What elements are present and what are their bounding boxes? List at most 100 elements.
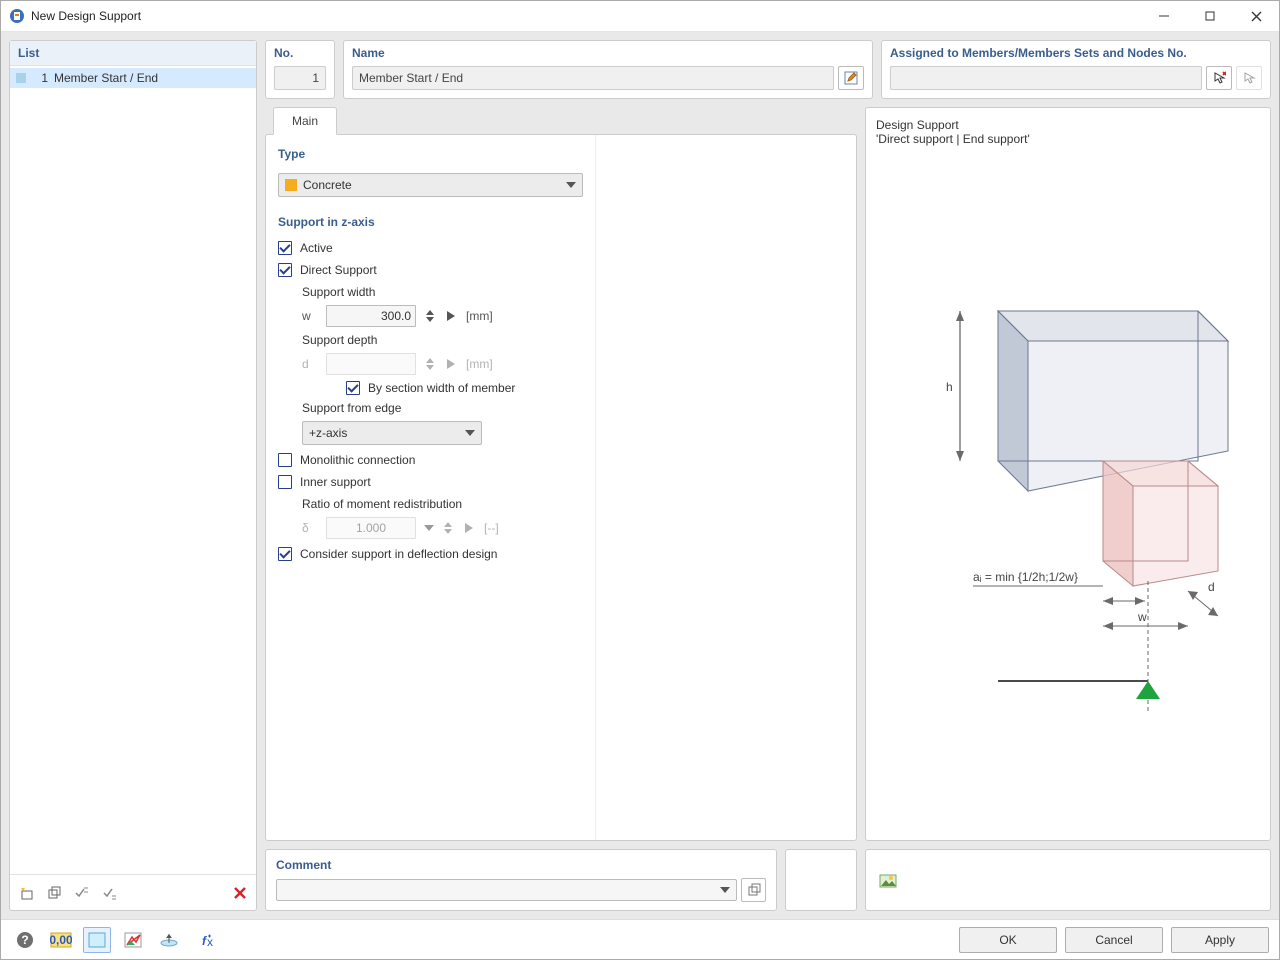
- no-value[interactable]: 1: [274, 66, 326, 90]
- assign-field[interactable]: [890, 66, 1202, 90]
- direct-support-label: Direct Support: [300, 263, 377, 277]
- d-spinner: [424, 353, 436, 375]
- main-area: No. 1 Name Member Start / End Assigned t…: [265, 40, 1271, 911]
- list-item[interactable]: 1 Member Start / End: [10, 68, 256, 88]
- list-body: 1 Member Start / End: [10, 66, 256, 874]
- support-from-edge-value: +z-axis: [309, 426, 347, 440]
- delete-item-button[interactable]: [228, 881, 252, 905]
- comment-library-button[interactable]: [741, 878, 766, 902]
- by-section-label: By section width of member: [368, 381, 515, 395]
- new-item-button[interactable]: [14, 881, 38, 905]
- delta-pick-button: [462, 517, 476, 539]
- snapshot-button[interactable]: [876, 868, 900, 892]
- pick-members-button[interactable]: [1206, 66, 1232, 90]
- svg-text:0,00: 0,00: [50, 933, 72, 947]
- svg-text:h: h: [946, 380, 953, 394]
- inner-support-checkbox[interactable]: Inner support: [278, 475, 583, 489]
- d-symbol: d: [302, 357, 318, 371]
- support-from-edge-select[interactable]: +z-axis: [302, 421, 482, 445]
- d-pick-button: [444, 353, 458, 375]
- chevron-down-icon: [566, 182, 576, 188]
- svg-text:?: ?: [21, 933, 28, 947]
- maximize-button[interactable]: [1187, 1, 1233, 32]
- preview-panel: Design Support 'Direct support | End sup…: [865, 107, 1271, 841]
- tab-main[interactable]: Main: [273, 107, 337, 135]
- footer: ? 0,00 fx OK Cancel Apply: [1, 919, 1279, 959]
- chevron-down-icon: [720, 887, 730, 893]
- consider-deflection-label: Consider support in deflection design: [300, 547, 497, 561]
- list-toolbar: [10, 874, 256, 910]
- center-panel: Main Type Concrete: [265, 107, 857, 841]
- units-button[interactable]: 0,00: [47, 927, 75, 953]
- check-off-button[interactable]: [70, 881, 94, 905]
- list-item-swatch-icon: [16, 73, 26, 83]
- copy-item-button[interactable]: [42, 881, 66, 905]
- w-unit: [mm]: [466, 309, 493, 323]
- w-pick-button[interactable]: [444, 305, 458, 327]
- direct-support-checkbox[interactable]: Direct Support: [278, 263, 583, 277]
- gap-card: [785, 849, 857, 911]
- consider-deflection-checkbox[interactable]: Consider support in deflection design: [278, 547, 583, 561]
- name-field[interactable]: Member Start / End: [352, 66, 834, 90]
- inner-support-label: Inner support: [300, 475, 371, 489]
- delta-spinner: [442, 517, 454, 539]
- no-label: No.: [266, 41, 334, 64]
- name-box: Name Member Start / End: [343, 40, 873, 99]
- comment-card: Comment: [265, 849, 777, 911]
- window: New Design Support List 1 Member Start /…: [0, 0, 1280, 960]
- list-item-label: Member Start / End: [54, 71, 158, 85]
- svg-text:w: w: [1137, 610, 1147, 624]
- content: List 1 Member Start / End: [1, 32, 1279, 919]
- delta-symbol: δ: [302, 521, 318, 535]
- svg-text:d: d: [1208, 580, 1215, 594]
- assign-box: Assigned to Members/Members Sets and Nod…: [881, 40, 1271, 99]
- minimize-button[interactable]: [1141, 1, 1187, 32]
- chevron-down-icon: [424, 525, 434, 531]
- delta-unit: [--]: [484, 521, 499, 535]
- svg-text:aᵢ = min {1/2h;1/2w}: aᵢ = min {1/2h;1/2w}: [973, 570, 1078, 584]
- w-symbol: w: [302, 309, 318, 323]
- check-on-button[interactable]: [98, 881, 122, 905]
- w-spinner[interactable]: [424, 305, 436, 327]
- ok-button[interactable]: OK: [959, 927, 1057, 953]
- w-input[interactable]: 300.0: [326, 305, 416, 327]
- type-select[interactable]: Concrete: [278, 173, 583, 197]
- preview-subtitle: 'Direct support | End support': [876, 132, 1260, 146]
- name-label: Name: [344, 41, 872, 64]
- no-box: No. 1: [265, 40, 335, 99]
- app-icon: [9, 8, 25, 24]
- monolithic-checkbox[interactable]: Monolithic connection: [278, 453, 583, 467]
- cancel-button[interactable]: Cancel: [1065, 927, 1163, 953]
- help-button[interactable]: ?: [11, 927, 39, 953]
- titlebar: New Design Support: [1, 1, 1279, 32]
- view-mode-2-button[interactable]: [119, 927, 147, 953]
- form-blank-column: [604, 135, 856, 840]
- active-checkbox[interactable]: Active: [278, 241, 583, 255]
- view-mode-3-button[interactable]: [155, 927, 183, 953]
- form-column: Type Concrete Support in z-axis: [266, 135, 596, 840]
- chevron-down-icon: [465, 430, 475, 436]
- type-swatch-icon: [285, 179, 297, 191]
- view-mode-1-button[interactable]: [83, 927, 111, 953]
- type-value: Concrete: [303, 178, 352, 192]
- d-unit: [mm]: [466, 357, 493, 371]
- ratio-label: Ratio of moment redistribution: [302, 497, 583, 511]
- preview-graphic: h: [876, 152, 1260, 830]
- by-section-checkbox[interactable]: By section width of member: [346, 381, 583, 395]
- d-input: [326, 353, 416, 375]
- support-z-title: Support in z-axis: [278, 215, 583, 229]
- support-from-edge-label: Support from edge: [302, 401, 583, 415]
- comment-field[interactable]: [276, 879, 737, 901]
- pick-nodes-button: [1236, 66, 1262, 90]
- list-panel: List 1 Member Start / End: [9, 40, 257, 911]
- apply-button[interactable]: Apply: [1171, 927, 1269, 953]
- assign-label: Assigned to Members/Members Sets and Nod…: [882, 41, 1270, 64]
- close-button[interactable]: [1233, 1, 1279, 32]
- script-button[interactable]: fx: [191, 927, 219, 953]
- monolithic-label: Monolithic connection: [300, 453, 415, 467]
- window-title: New Design Support: [31, 9, 1141, 23]
- preview-title: Design Support: [876, 118, 1260, 132]
- edit-name-button[interactable]: [838, 66, 864, 90]
- active-label: Active: [300, 241, 333, 255]
- support-width-label: Support width: [302, 285, 583, 299]
